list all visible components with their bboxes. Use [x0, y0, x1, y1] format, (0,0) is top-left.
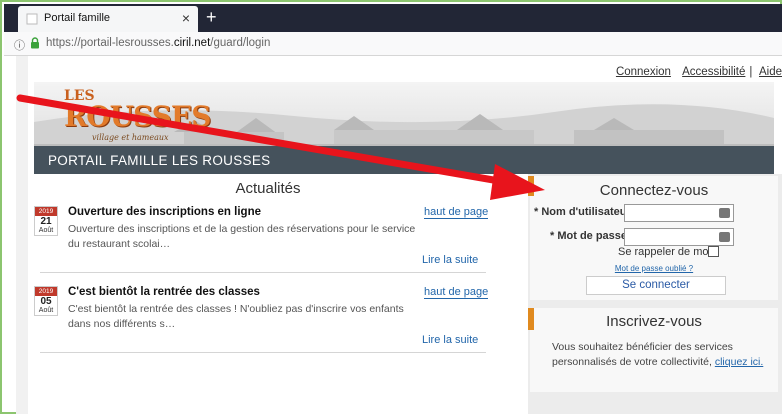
new-tab-icon[interactable]: + [206, 7, 217, 27]
username-field[interactable] [624, 204, 734, 222]
header-banner: LES ROUSSES village et hameaux [34, 82, 774, 150]
keyboard-icon[interactable] [719, 232, 730, 242]
tab-title: Portail famille [44, 12, 111, 24]
browser-window: Portail famille × + ⓘ https://portail-le… [0, 0, 782, 414]
tab-bar: Portail famille × + [4, 4, 782, 32]
news-headline[interactable]: Ouverture des inscriptions en ligne [68, 206, 261, 218]
news-summary: Ouverture des inscriptions et de la gest… [68, 223, 416, 250]
username-label: * Nom d'utilisateur [534, 206, 631, 218]
browser-tab[interactable]: Portail famille × [18, 6, 198, 32]
address-bar[interactable]: ⓘ https://portail-lesrousses.ciril.net/g… [4, 32, 782, 56]
read-more-link[interactable]: Lire la suite [422, 334, 478, 346]
page-viewport: Connexion Accessibilité | Aide LES ROUSSE… [16, 56, 782, 414]
site-title-bar: PORTAIL FAMILLE LES ROUSSES [34, 146, 774, 174]
forgot-password-link[interactable]: Mot de passe oublié ? [530, 264, 778, 273]
register-title: Inscrivez-vous [606, 313, 702, 330]
divider [40, 352, 486, 353]
news-headline[interactable]: C'est bientôt la rentrée des classes [68, 286, 260, 298]
lock-icon[interactable] [30, 37, 40, 49]
password-label: * Mot de passe : [550, 230, 634, 242]
login-button[interactable]: Se connecter [586, 276, 726, 295]
page-content: Connexion Accessibilité | Aide LES ROUSSE… [28, 56, 782, 414]
accessibilite-link[interactable]: Accessibilité [682, 66, 745, 78]
aide-link[interactable]: Aide [759, 66, 782, 78]
password-field[interactable] [624, 228, 734, 246]
page-icon [26, 13, 38, 25]
login-title: Connectez-vous [599, 182, 709, 199]
top-of-page-link[interactable]: haut de page [424, 286, 489, 299]
logo: ROUSSES [64, 100, 211, 133]
logo-tagline: village et hameaux [92, 133, 169, 142]
login-panel: Connectez-vous * Nom d'utilisateur * Mot… [528, 176, 778, 300]
calendar-icon: 2019 21 Août [34, 206, 58, 236]
keyboard-icon[interactable] [719, 208, 730, 218]
calendar-icon: 2019 05 Août [34, 286, 58, 316]
news-title: Actualités [235, 180, 301, 197]
register-panel: Inscrivez-vous Vous souhaitez bénéficier… [528, 308, 778, 392]
close-tab-icon[interactable]: × [182, 10, 190, 26]
site-title: PORTAIL FAMILLE LES ROUSSES [48, 153, 271, 168]
news-summary: C'est bientôt la rentrée des classes ! N… [68, 303, 404, 330]
register-text: Vous souhaitez bénéficier des services p… [552, 341, 764, 368]
remember-me-checkbox[interactable] [708, 246, 719, 257]
connexion-link[interactable]: Connexion [616, 66, 671, 78]
info-icon[interactable]: ⓘ [14, 37, 25, 53]
top-of-page-link[interactable]: haut de page [424, 206, 489, 219]
read-more-link[interactable]: Lire la suite [422, 254, 478, 266]
url-text[interactable]: https://portail-lesrousses.ciril.net/gua… [46, 37, 270, 49]
remember-me-label: Se rappeler de moi [618, 246, 711, 258]
register-link[interactable]: cliquez ici. [715, 356, 763, 368]
top-links: Connexion Accessibilité | Aide [615, 66, 782, 78]
divider [40, 272, 486, 273]
